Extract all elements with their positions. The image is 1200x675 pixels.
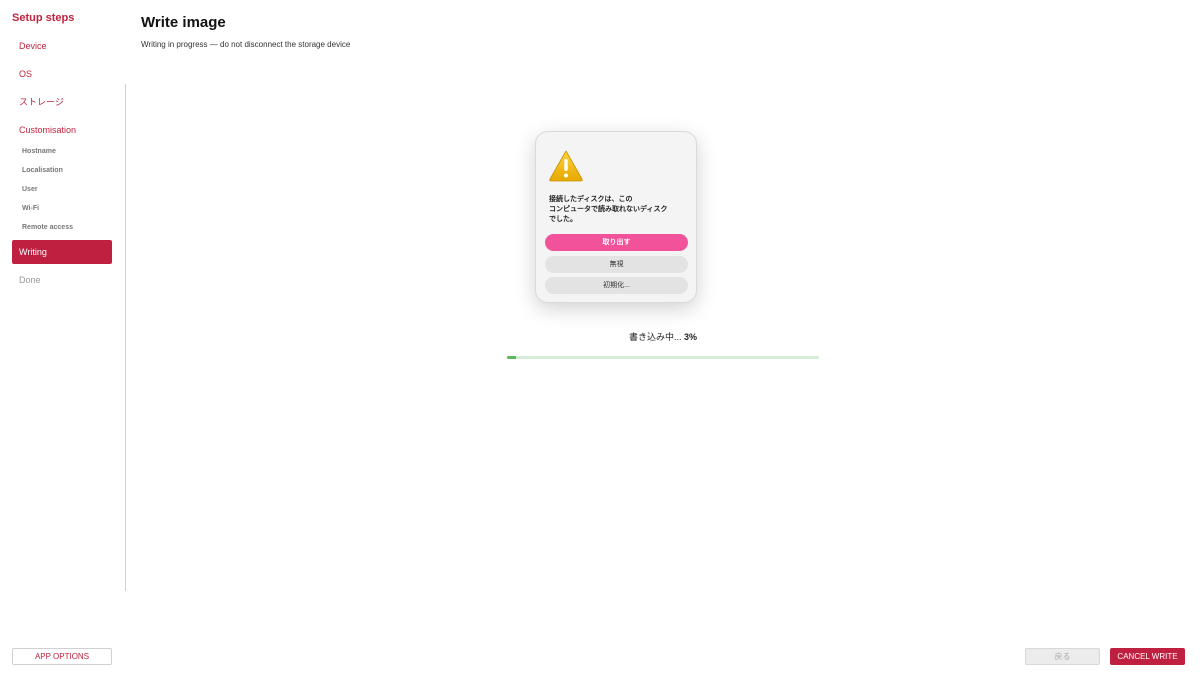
sidebar-item-device[interactable]: Device xyxy=(12,34,112,58)
sidebar-divider xyxy=(125,84,126,591)
progress-bar-fill xyxy=(507,356,517,359)
page-subtitle: Writing in progress — do not disconnect … xyxy=(141,40,351,49)
progress-percent: 3% xyxy=(684,332,698,342)
sidebar-item-writing[interactable]: Writing xyxy=(12,240,112,264)
sidebar-item-customisation[interactable]: Customisation xyxy=(12,118,112,142)
sidebar-subitem-remote-access[interactable]: Remote access xyxy=(22,222,73,234)
warning-icon xyxy=(549,150,583,182)
sidebar-subitem-hostname[interactable]: Hostname xyxy=(22,146,56,158)
sidebar-title: Setup steps xyxy=(12,12,75,24)
progress-bar xyxy=(507,356,819,359)
sidebar-subitem-user[interactable]: User xyxy=(22,184,38,196)
eject-button[interactable]: 取り出す xyxy=(545,234,688,251)
sidebar-item-os[interactable]: OS xyxy=(12,62,112,86)
initialize-button[interactable]: 初期化... xyxy=(545,277,688,294)
progress-status-text: 書き込み中... xyxy=(628,332,682,342)
cancel-write-button[interactable]: CANCEL WRITE xyxy=(1110,648,1185,665)
progress-label: 書き込み中... 3% xyxy=(507,330,819,343)
sidebar-subitem-wifi[interactable]: Wi-Fi xyxy=(22,203,39,215)
dialog-message: 接続したディスクは、この コンピュータで読み取れないディスク でした。 xyxy=(549,196,668,223)
ignore-button[interactable]: 無視 xyxy=(545,256,688,273)
page-title: Write image xyxy=(141,14,226,31)
unreadable-disk-dialog: 接続したディスクは、この コンピュータで読み取れないディスク でした。 取り出す… xyxy=(535,131,697,303)
sidebar-item-storage[interactable]: ストレージ xyxy=(12,90,112,114)
app-options-button[interactable]: APP OPTIONS xyxy=(12,648,112,665)
sidebar: Setup steps Device OS ストレージ Customisatio… xyxy=(0,0,126,675)
back-button[interactable]: 戻る xyxy=(1025,648,1100,665)
sidebar-item-done: Done xyxy=(19,275,41,285)
sidebar-subitem-localisation[interactable]: Localisation xyxy=(22,165,63,177)
